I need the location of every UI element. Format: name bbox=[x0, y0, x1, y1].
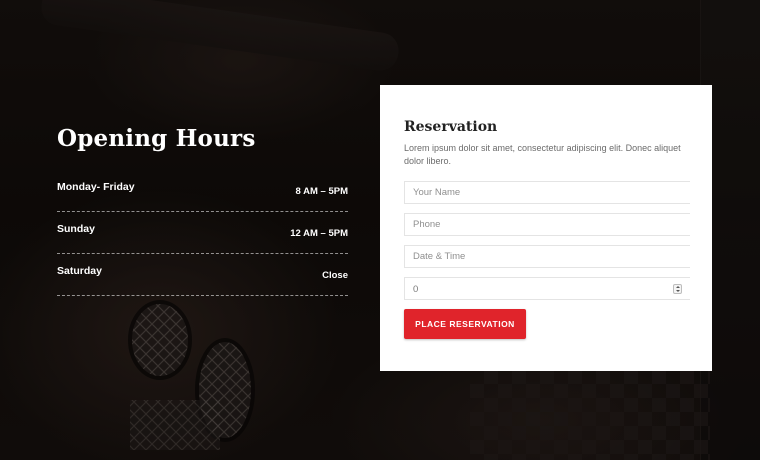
hours-day-label: Saturday bbox=[57, 265, 102, 277]
name-input[interactable] bbox=[404, 181, 690, 204]
hours-row-weekdays: Monday- Friday 8 AM – 5PM bbox=[57, 170, 348, 212]
hours-day-label: Sunday bbox=[57, 223, 95, 235]
reservation-card: Reservation Lorem ipsum dolor sit amet, … bbox=[380, 85, 712, 371]
hours-row-saturday: Saturday Close bbox=[57, 254, 348, 296]
hours-day-label: Monday- Friday bbox=[57, 181, 135, 193]
hours-time-value: Close bbox=[322, 270, 348, 281]
number-spinner-icon[interactable] bbox=[673, 284, 682, 294]
hours-time-value: 8 AM – 5PM bbox=[295, 186, 348, 197]
guests-number-input[interactable]: 0 bbox=[404, 277, 690, 300]
hours-time-value: 12 AM – 5PM bbox=[290, 228, 348, 239]
reservation-description: Lorem ipsum dolor sit amet, consectetur … bbox=[404, 143, 681, 166]
phone-input[interactable] bbox=[404, 213, 690, 236]
reservation-title: Reservation bbox=[404, 119, 498, 135]
opening-hours-title: Opening Hours bbox=[57, 125, 256, 152]
opening-hours-list: Monday- Friday 8 AM – 5PM Sunday 12 AM –… bbox=[57, 170, 348, 296]
guests-number-value: 0 bbox=[413, 284, 419, 295]
hours-row-sunday: Sunday 12 AM – 5PM bbox=[57, 212, 348, 254]
place-reservation-button[interactable]: PLACE RESERVATION bbox=[404, 309, 526, 339]
datetime-input[interactable] bbox=[404, 245, 690, 268]
